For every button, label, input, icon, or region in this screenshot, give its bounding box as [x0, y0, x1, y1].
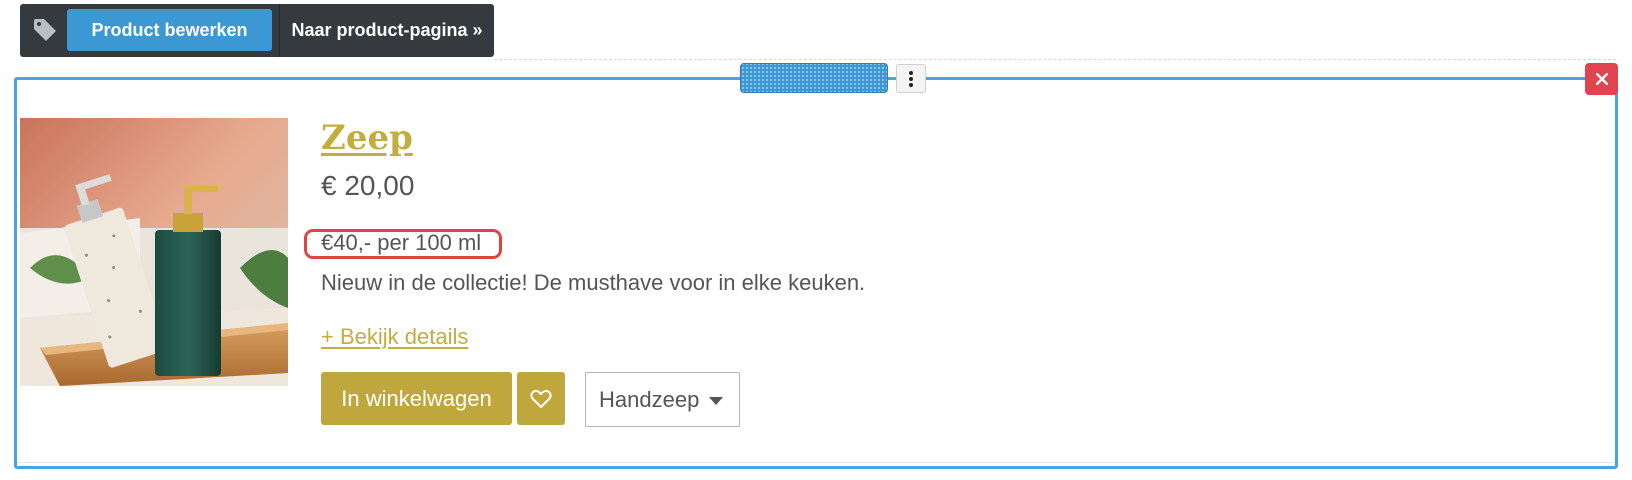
wishlist-button[interactable] — [517, 372, 565, 425]
close-icon — [1595, 73, 1608, 85]
remove-block-button[interactable] — [1585, 63, 1618, 95]
product-price: € 20,00 — [321, 170, 415, 201]
product-image[interactable] — [20, 118, 288, 386]
variant-select[interactable]: Handzeep — [585, 372, 740, 427]
block-bottom-divider — [17, 462, 1614, 463]
chevron-down-icon — [709, 397, 723, 405]
block-divider — [494, 59, 1616, 60]
edit-product-button[interactable]: Product bewerken — [67, 9, 272, 51]
view-details-link[interactable]: + Bekijk details — [321, 324, 468, 350]
block-menu-button[interactable] — [896, 64, 926, 93]
editor-toolbar: Product bewerken Naar product-pagina » — [20, 4, 494, 57]
kebab-menu-icon — [909, 70, 913, 87]
add-to-cart-button[interactable]: In winkelwagen — [321, 372, 512, 425]
heart-icon — [530, 389, 552, 408]
go-to-product-page-button[interactable]: Naar product-pagina » — [280, 9, 494, 51]
unit-price: €40,- per 100 ml — [321, 230, 482, 255]
variant-select-value: Handzeep — [599, 386, 700, 412]
drag-handle[interactable] — [740, 63, 888, 93]
tag-icon — [32, 18, 58, 42]
product-title-link[interactable]: Zeep — [321, 118, 413, 158]
product-description: Nieuw in de collectie! De musthave voor … — [321, 270, 866, 295]
